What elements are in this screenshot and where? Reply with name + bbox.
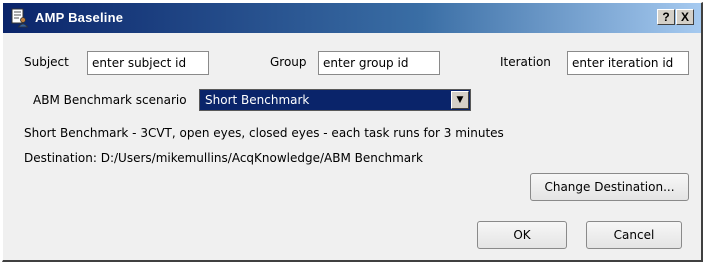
group-input[interactable] (318, 51, 440, 75)
title-bar[interactable]: AMP Baseline ? X (3, 3, 701, 33)
close-button[interactable]: X (676, 9, 694, 25)
document-person-icon (9, 8, 29, 28)
subject-input[interactable] (87, 51, 209, 75)
help-button[interactable]: ? (657, 9, 675, 25)
destination-path: Destination: D:/Users/mikemullins/AcqKno… (24, 151, 423, 165)
group-label: Group (270, 55, 307, 69)
window-title: AMP Baseline (35, 10, 124, 25)
scenario-label: ABM Benchmark scenario (33, 93, 187, 107)
ok-button[interactable]: OK (477, 221, 567, 249)
scenario-select[interactable]: Short Benchmark ▼ (199, 89, 471, 111)
scenario-description: Short Benchmark - 3CVT, open eyes, close… (24, 126, 504, 140)
change-destination-button[interactable]: Change Destination... (530, 173, 689, 201)
subject-label: Subject (24, 55, 69, 69)
cancel-button[interactable]: Cancel (586, 221, 682, 249)
dialog-body: Subject Group Iteration ABM Benchmark sc… (3, 33, 701, 260)
amp-baseline-dialog: AMP Baseline ? X Subject Group Iteration… (2, 2, 703, 262)
iteration-input[interactable] (567, 51, 689, 75)
scenario-selected-value: Short Benchmark (205, 93, 310, 107)
iteration-label: Iteration (500, 55, 551, 69)
chevron-down-icon[interactable]: ▼ (451, 91, 469, 109)
